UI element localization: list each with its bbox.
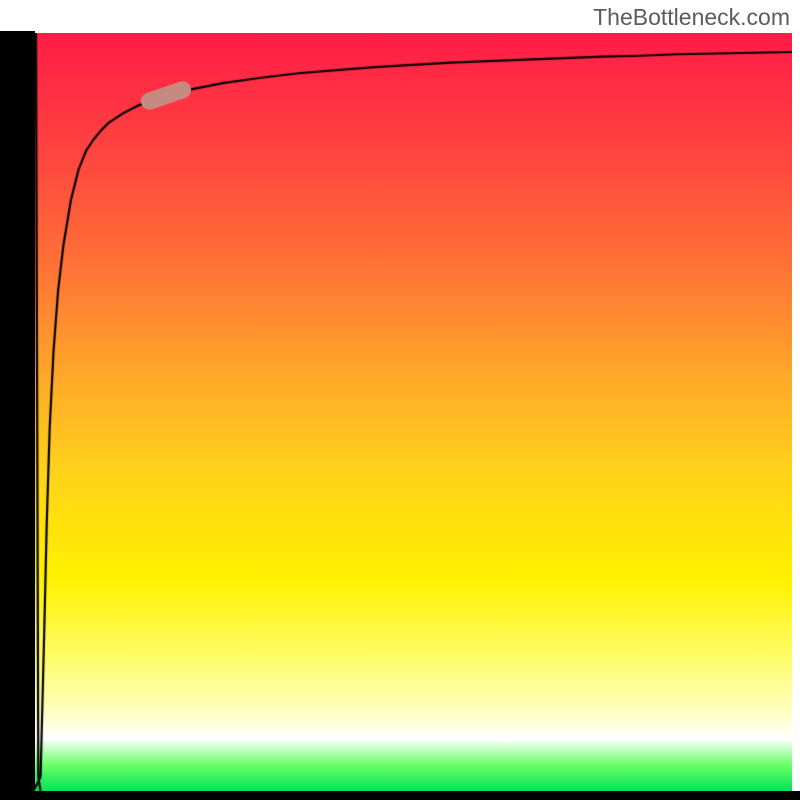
attribution-label: TheBottleneck.com (593, 4, 790, 31)
curve-canvas (33, 33, 792, 792)
x-axis-bar (0, 791, 800, 800)
plot-area (33, 33, 792, 792)
y-axis-bar (0, 31, 35, 794)
chart-figure: TheBottleneck.com (0, 0, 800, 800)
